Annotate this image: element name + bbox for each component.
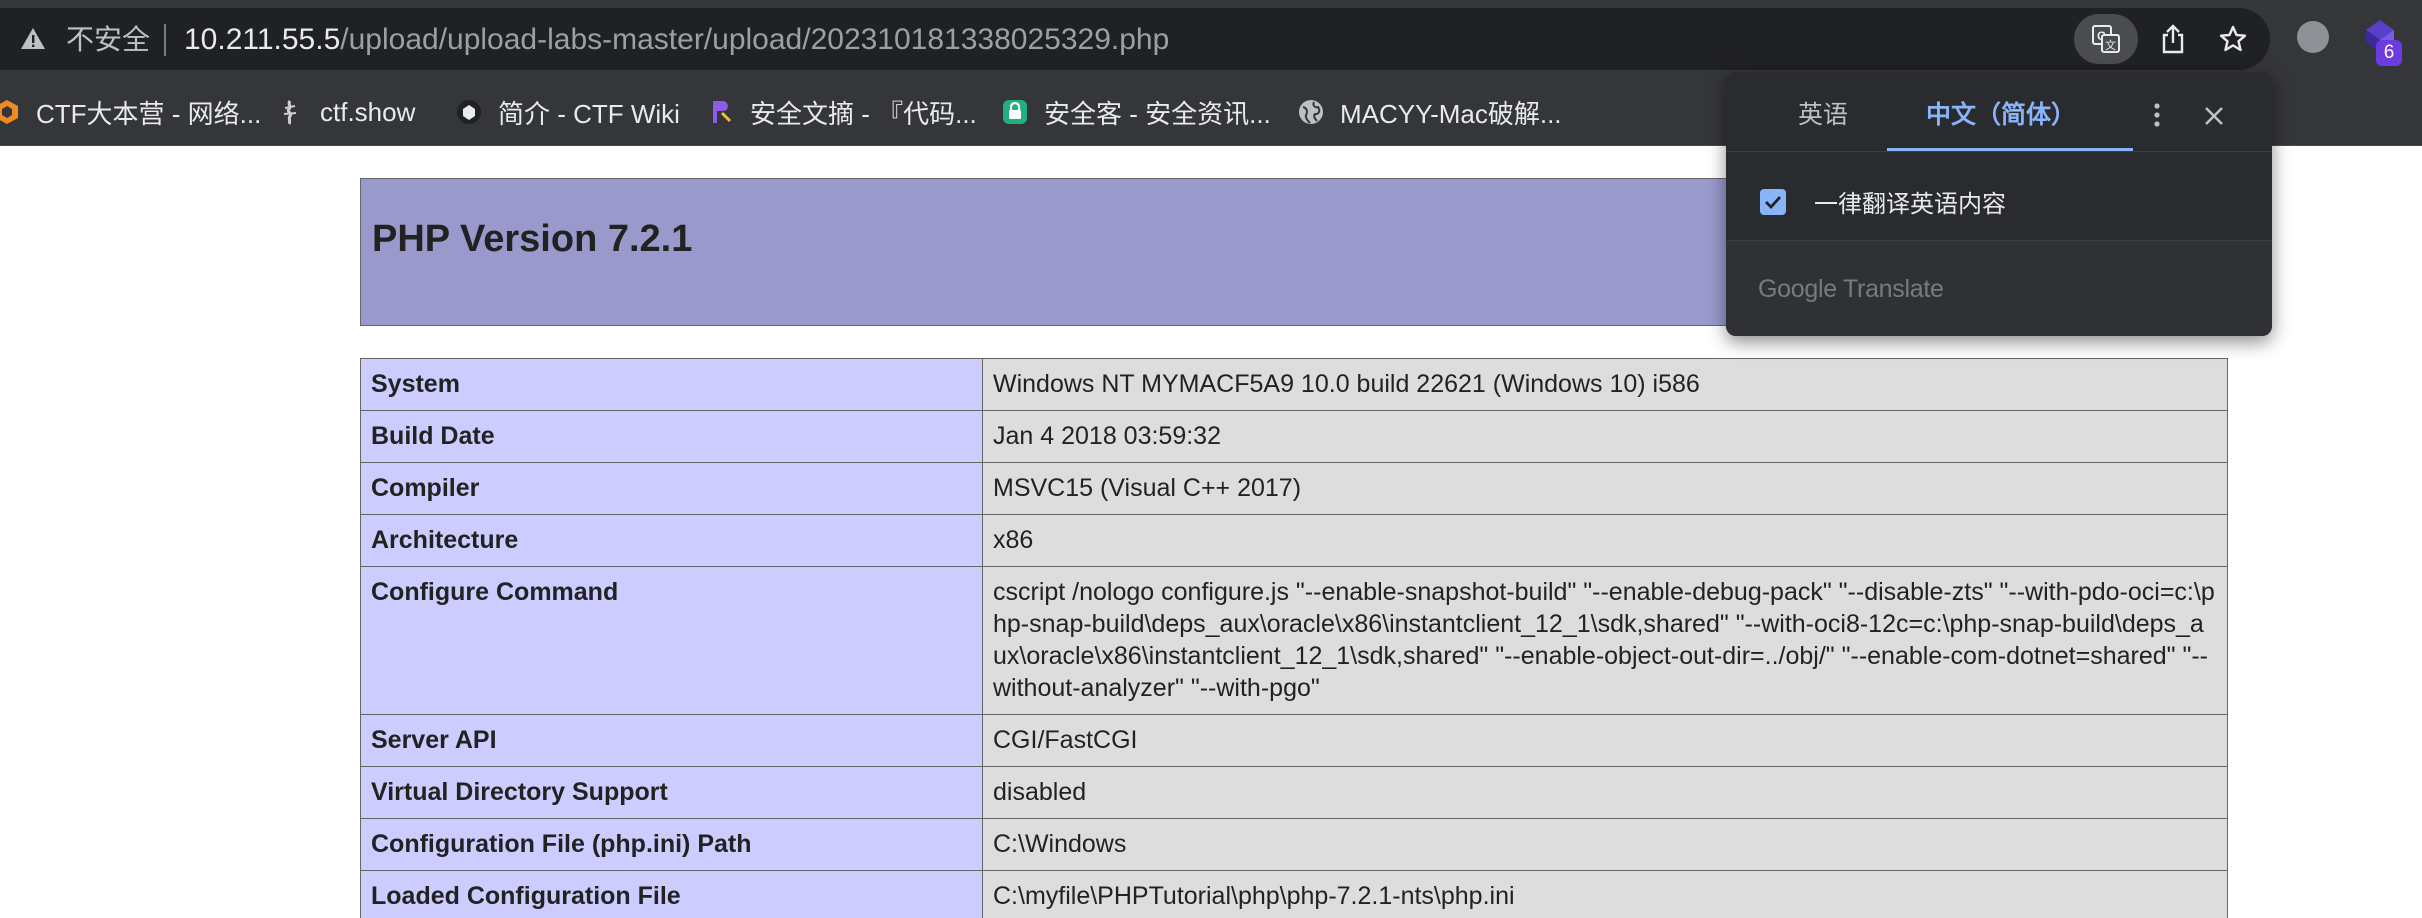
close-icon[interactable] [2200,102,2228,130]
extension-badge: 6 [2376,40,2402,66]
address-bar[interactable]: 不安全 10.211.55.5/upload/upload-labs-maste… [0,8,2270,70]
page-title: PHP Version 7.2.1 [372,218,693,260]
bookmark-ctfshow[interactable]: ctf.show [278,95,415,129]
more-options-icon[interactable] [2142,100,2172,130]
ctf-wiki-icon [457,100,481,124]
row-label: Server API [360,714,983,767]
divider [1726,151,2272,152]
security-status[interactable]: 不安全 [66,25,150,55]
language-tabs: 英语 中文（简体） [1726,72,2272,152]
table-row: Configuration File (php.ini) Path C:\Win… [360,818,2228,871]
bookmark-label: ctf.show [320,96,416,127]
url-path: /upload/upload-labs-master/upload/202310… [340,23,1170,56]
always-translate-option[interactable]: 一律翻译英语内容 [1760,184,2006,219]
share-button[interactable] [2148,14,2198,64]
bookmark-label: 安全客 - 安全资讯... [1044,98,1271,129]
anquanke-icon [1003,100,1027,124]
table-row: Configure Command cscript /nologo config… [360,566,2228,715]
translate-icon: G文 [2092,25,2120,53]
row-value: disabled [982,766,2228,819]
row-value: MSVC15 (Visual C++ 2017) [982,462,2228,515]
popup-footer: Google Translate [1726,240,2272,336]
row-label: Build Date [360,410,983,463]
bookmark-label: MACYY-Mac破解... [1340,98,1562,129]
row-label: Compiler [360,462,983,515]
browser-toolbar: 不安全 10.211.55.5/upload/upload-labs-maste… [0,0,2422,78]
row-label: Virtual Directory Support [360,766,983,819]
bookmark-anquanke[interactable]: 安全客 - 安全资讯... [1002,95,1271,129]
row-label: Configure Command [360,566,983,715]
ctfshow-icon [283,99,297,125]
table-row: System Windows NT MYMACF5A9 10.0 build 2… [360,358,2228,411]
security-digest-icon [713,101,732,123]
bookmark-star-button[interactable] [2208,14,2258,64]
translate-button[interactable]: G文 [2074,14,2138,64]
table-row: Build Date Jan 4 2018 03:59:32 [360,410,2228,463]
url-text[interactable]: 10.211.55.5/upload/upload-labs-master/up… [184,24,1169,56]
bookmark-label: CTF大本营 - 网络... [36,98,262,129]
table-row: Virtual Directory Support disabled [360,766,2228,819]
table-row: Compiler MSVC15 (Visual C++ 2017) [360,462,2228,515]
row-value: cscript /nologo configure.js "--enable-s… [982,566,2228,715]
warning-icon[interactable] [20,26,46,52]
share-icon [2162,24,2184,54]
row-label: Loaded Configuration File [360,870,983,918]
globe-icon [1299,100,1323,124]
php-info-table: System Windows NT MYMACF5A9 10.0 build 2… [360,358,2228,918]
row-label: Configuration File (php.ini) Path [360,818,983,871]
row-value: C:\Windows [982,818,2228,871]
bookmark-label: 简介 - CTF Wiki [498,98,680,129]
bookmark-security-digest[interactable]: 安全文摘 - 『代码... [708,95,977,129]
row-value: C:\myfile\PHPTutorial\php\php-7.2.1-nts\… [982,870,2228,918]
row-value: x86 [982,514,2228,567]
translate-popup: 英语 中文（简体） 一律翻译英语内容 Google Translate [1726,72,2272,336]
row-label: System [360,358,983,411]
table-row: Loaded Configuration File C:\myfile\PHPT… [360,870,2228,918]
tab-source-language[interactable]: 英语 [1798,100,1848,130]
divider [164,24,166,56]
ctf-camp-icon [0,100,18,124]
bookmark-ctf-camp[interactable]: CTF大本营 - 网络... [0,95,261,129]
tab-target-language[interactable]: 中文（简体） [1926,100,2076,130]
bookmark-macyy[interactable]: MACYY-Mac破解... [1298,95,1562,129]
always-translate-label: 一律翻译英语内容 [1814,191,2006,218]
star-icon [2219,25,2247,52]
bookmark-ctf-wiki[interactable]: 简介 - CTF Wiki [456,95,680,129]
url-host: 10.211.55.5 [184,23,341,56]
bookmark-label: 安全文摘 - 『代码... [750,98,977,129]
row-value: Jan 4 2018 03:59:32 [982,410,2228,463]
table-row: Architecture x86 [360,514,2228,567]
google-translate-logo: Google Translate [1758,275,1944,303]
table-row: Server API CGI/FastCGI [360,714,2228,767]
row-value: Windows NT MYMACF5A9 10.0 build 22621 (W… [982,358,2228,411]
row-label: Architecture [360,514,983,567]
profile-avatar[interactable] [2297,21,2329,53]
row-value: CGI/FastCGI [982,714,2228,767]
svg-text:文: 文 [2105,38,2116,52]
always-translate-checkbox[interactable] [1760,188,1786,215]
